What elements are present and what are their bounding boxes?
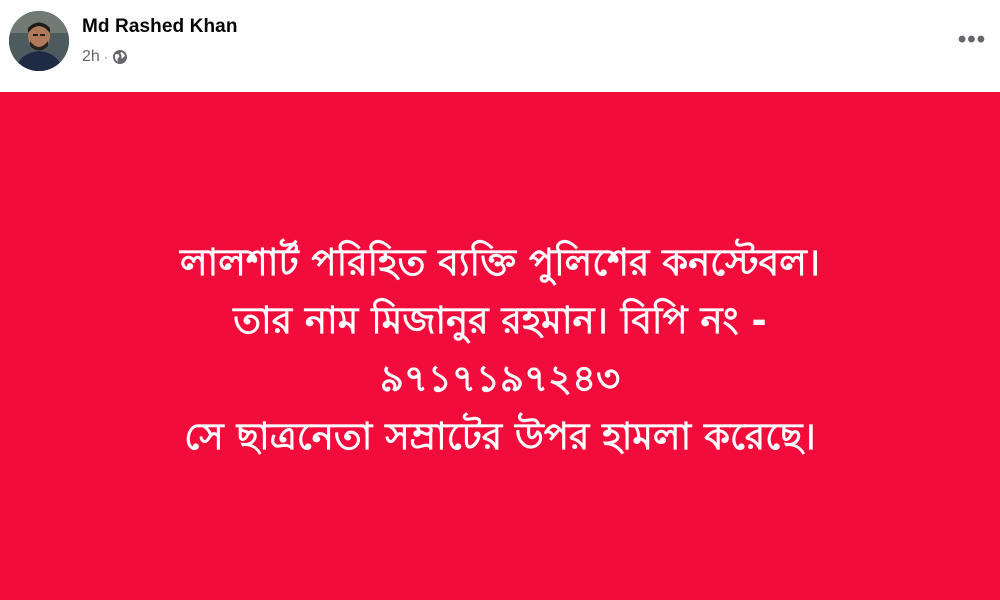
- author-avatar[interactable]: [9, 11, 69, 71]
- facebook-post: Md Rashed Khan 2h · ••• লালশার্ট পরিহিত …: [0, 0, 1000, 600]
- post-header: Md Rashed Khan 2h · •••: [0, 0, 1000, 92]
- meta-separator: ·: [103, 50, 108, 64]
- globe-icon[interactable]: [112, 49, 128, 65]
- more-options-button[interactable]: •••: [954, 22, 990, 58]
- post-text-background: লালশার্ট পরিহিত ব্যক্তি পুলিশের কনস্টেবল…: [0, 92, 1000, 600]
- post-text-line: সে ছাত্রনেতা সম্রাটের উপর হামলা করেছে।: [184, 415, 816, 458]
- more-options-icon: •••: [957, 26, 987, 53]
- post-timestamp[interactable]: 2h: [82, 48, 100, 66]
- author-name[interactable]: Md Rashed Khan: [82, 16, 238, 38]
- post-text-line: ৯৭১৭১৯৭২৪৩: [379, 357, 621, 400]
- post-text-line: লালশার্ট পরিহিত ব্যক্তি পুলিশের কনস্টেবল…: [179, 241, 821, 284]
- post-text: লালশার্ট পরিহিত ব্যক্তি পুলিশের কনস্টেবল…: [180, 234, 820, 466]
- post-meta: 2h ·: [82, 48, 128, 66]
- post-text-line: তার নাম মিজানুর রহমান। বিপি নং -: [233, 299, 767, 342]
- avatar-image: [9, 11, 69, 71]
